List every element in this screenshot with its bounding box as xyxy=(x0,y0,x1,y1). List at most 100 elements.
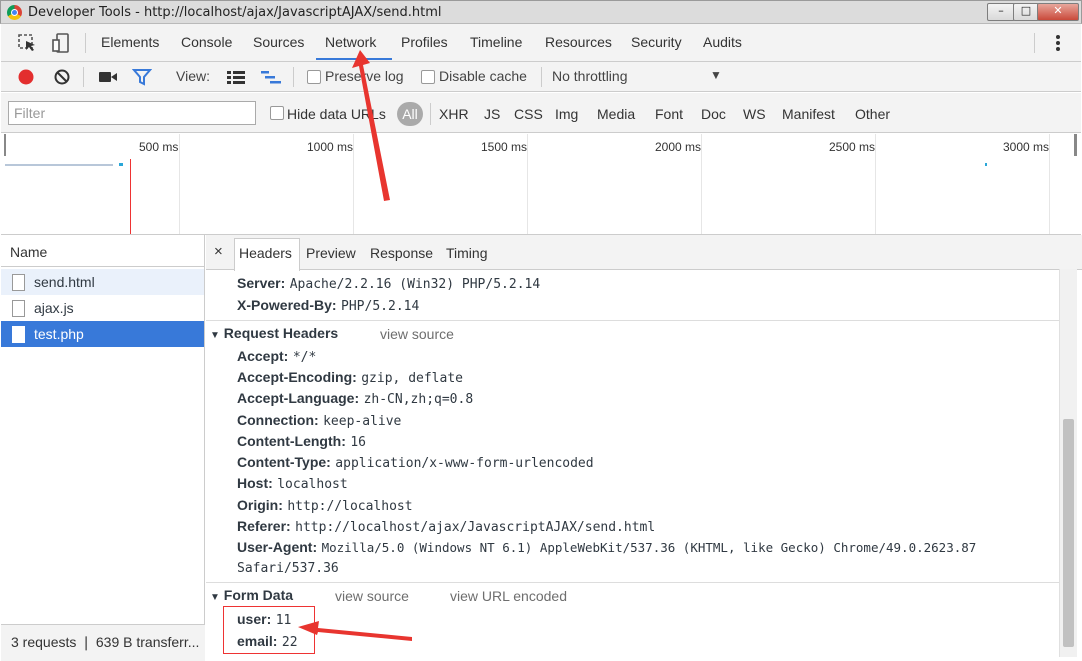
tab-timeline[interactable]: Timeline xyxy=(470,34,522,50)
annotation-highlight-box xyxy=(223,606,315,654)
timeline-gridline xyxy=(1049,134,1050,234)
selected-tab-indicator xyxy=(316,58,392,60)
header-value-continued: Safari/537.36 xyxy=(237,561,339,576)
close-detail-icon[interactable]: × xyxy=(214,243,223,260)
inspect-element-icon[interactable] xyxy=(17,33,37,53)
request-row-send-html[interactable]: send.html xyxy=(1,269,204,295)
throttling-select[interactable]: No throttling ▼ xyxy=(552,65,727,89)
request-name: test.php xyxy=(34,326,84,342)
preserve-log-checkbox[interactable] xyxy=(307,70,321,84)
timeline-gridline xyxy=(875,134,876,234)
filter-type-manifest[interactable]: Manifest xyxy=(782,106,835,122)
header-key: Content-Length: xyxy=(237,433,346,449)
minimize-button[interactable]: – xyxy=(987,3,1015,21)
header-key: Accept-Language: xyxy=(237,390,360,406)
filter-type-js[interactable]: JS xyxy=(484,106,500,122)
disable-cache-checkbox[interactable] xyxy=(421,70,435,84)
header-row: Referer: http://localhost/ajax/Javascrip… xyxy=(237,518,655,535)
name-column-header[interactable]: Name xyxy=(1,235,205,267)
filter-type-xhr[interactable]: XHR xyxy=(439,106,469,122)
header-value-wrap: Safari/537.36 xyxy=(237,560,339,576)
view-source-link[interactable]: view source xyxy=(335,588,409,604)
filter-icon[interactable] xyxy=(132,68,152,86)
form-data-section[interactable]: ▼ Form Data xyxy=(210,587,293,603)
request-bar xyxy=(5,164,113,166)
timeline-gridline xyxy=(527,134,528,234)
hide-data-urls-label: Hide data URLs xyxy=(287,106,386,122)
clear-icon[interactable] xyxy=(53,68,71,86)
request-headers-section[interactable]: ▼ Request Headers xyxy=(210,325,338,341)
header-value: Apache/2.2.16 (Win32) PHP/5.2.14 xyxy=(289,277,541,292)
tab-headers[interactable]: Headers xyxy=(239,245,292,261)
large-rows-icon[interactable] xyxy=(226,69,246,85)
tab-preview[interactable]: Preview xyxy=(306,245,356,261)
filter-type-all[interactable]: All xyxy=(397,102,423,126)
request-bar xyxy=(985,163,987,166)
filter-type-img[interactable]: Img xyxy=(555,106,578,122)
section-title: Request Headers xyxy=(223,325,339,341)
section-divider xyxy=(206,582,1060,583)
header-value: 16 xyxy=(350,435,366,450)
header-value: */* xyxy=(292,350,317,365)
tab-resources[interactable]: Resources xyxy=(545,34,612,50)
tab-response[interactable]: Response xyxy=(370,245,433,261)
header-row: X-Powered-By: PHP/5.2.14 xyxy=(237,297,419,314)
file-icon xyxy=(12,300,25,317)
overview-right-handle[interactable] xyxy=(1074,134,1077,156)
overview-left-handle[interactable] xyxy=(4,134,6,156)
filter-type-other[interactable]: Other xyxy=(855,106,890,122)
tab-elements[interactable]: Elements xyxy=(101,34,159,50)
request-row-test-php[interactable]: test.php xyxy=(1,321,204,347)
filter-type-doc[interactable]: Doc xyxy=(701,106,726,122)
device-mode-icon[interactable] xyxy=(51,33,71,53)
timeline-overview[interactable]: 500 ms 1000 ms 1500 ms 2000 ms 2500 ms 3… xyxy=(1,134,1081,235)
header-value: gzip, deflate xyxy=(361,371,463,386)
header-key: X-Powered-By: xyxy=(237,297,337,313)
request-name: send.html xyxy=(34,274,95,290)
header-value: PHP/5.2.14 xyxy=(341,299,420,314)
expand-triangle-icon: ▼ xyxy=(210,330,220,341)
request-row-ajax-js[interactable]: ajax.js xyxy=(1,295,204,321)
tab-audits[interactable]: Audits xyxy=(703,34,742,50)
section-title: Form Data xyxy=(223,587,294,603)
header-row: Accept-Language: zh-CN,zh;q=0.8 xyxy=(237,390,473,407)
timeline-tick-label: 3000 ms xyxy=(1003,140,1050,154)
header-row: Accept: */* xyxy=(237,348,316,365)
close-button[interactable]: ✕ xyxy=(1037,3,1079,21)
timeline-tick-label: 2500 ms xyxy=(829,140,876,154)
filter-type-css[interactable]: CSS xyxy=(514,106,543,122)
capture-screenshots-icon[interactable] xyxy=(98,69,118,85)
filter-type-font[interactable]: Font xyxy=(655,106,683,122)
toolbar-divider xyxy=(83,67,84,87)
scrollbar-thumb[interactable] xyxy=(1063,419,1074,647)
timeline-gridline xyxy=(179,134,180,234)
view-url-encoded-link[interactable]: view URL encoded xyxy=(450,588,567,604)
tab-timing[interactable]: Timing xyxy=(446,245,488,261)
overview-waterfall-icon[interactable] xyxy=(260,69,282,85)
filter-type-ws[interactable]: WS xyxy=(743,106,766,122)
view-source-link[interactable]: view source xyxy=(380,326,454,342)
tab-security[interactable]: Security xyxy=(631,34,682,50)
header-value: application/x-www-form-urlencoded xyxy=(335,456,594,471)
file-icon xyxy=(12,274,25,291)
detail-tab-bar: × Headers Preview Response Timing xyxy=(206,235,1082,271)
record-icon[interactable] xyxy=(17,68,35,86)
filter-type-media[interactable]: Media xyxy=(597,106,635,122)
hide-data-urls-checkbox[interactable] xyxy=(270,106,284,120)
tab-profiles[interactable]: Profiles xyxy=(401,34,448,50)
chrome-logo-icon xyxy=(7,5,22,20)
header-value: http://localhost xyxy=(287,499,413,514)
vertical-scrollbar[interactable] xyxy=(1059,269,1077,657)
more-options-icon[interactable] xyxy=(1051,33,1065,53)
toolbar-divider xyxy=(430,103,431,125)
filter-input[interactable]: Filter xyxy=(8,101,256,125)
tab-sources[interactable]: Sources xyxy=(253,34,304,50)
maximize-button[interactable]: □ xyxy=(1013,3,1039,21)
timeline-tick-label: 500 ms xyxy=(139,140,179,154)
header-row: Host: localhost xyxy=(237,475,348,492)
timeline-tick-label: 1500 ms xyxy=(481,140,528,154)
tab-console[interactable]: Console xyxy=(181,34,232,50)
dropdown-arrow-icon: ▼ xyxy=(710,68,722,82)
header-key: Accept: xyxy=(237,348,289,364)
tab-network[interactable]: Network xyxy=(325,34,376,50)
